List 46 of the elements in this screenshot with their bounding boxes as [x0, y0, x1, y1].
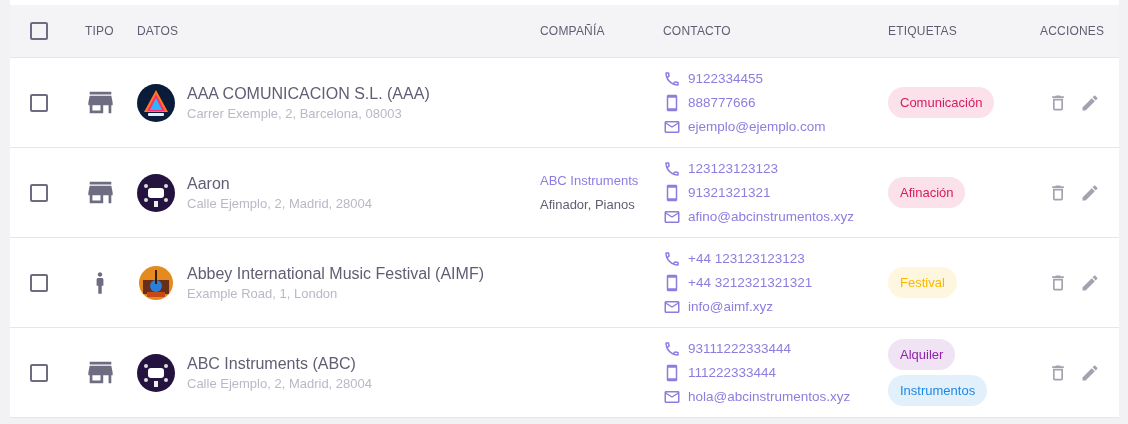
mobile-link[interactable]: 91321321321	[688, 185, 771, 200]
address: Calle Ejemplo, 2, Madrid, 28004	[187, 195, 372, 211]
tag: Comunicación	[888, 87, 995, 118]
address: Carrer Exemple, 2, Barcelona, 08003	[187, 105, 403, 121]
mobile-link[interactable]: +44 3212321321321	[688, 275, 813, 290]
phone-icon	[663, 69, 681, 88]
email-link[interactable]: afino@abcinstrumentos.xyz	[688, 209, 855, 224]
phone-icon	[663, 159, 681, 178]
contact-name: Aaron	[187, 174, 231, 193]
mobile-link[interactable]: 111222333444	[688, 365, 777, 380]
phone-link[interactable]: 9122334455	[688, 71, 764, 86]
phone-link[interactable]: 123123123123	[688, 161, 779, 176]
store-icon	[87, 359, 114, 386]
tag: Festival	[888, 267, 957, 298]
store-icon	[87, 89, 114, 116]
address: Example Road, 1, London	[187, 285, 339, 301]
column-header: COMPAÑÍA	[540, 24, 606, 38]
contact-name: AAA COMUNICACION S.L. (AAA)	[187, 84, 430, 103]
email-link[interactable]: hola@abcinstrumentos.xyz	[688, 389, 851, 404]
company-link[interactable]: ABC Instruments	[540, 173, 663, 188]
column-header: ACCIONES	[1040, 24, 1106, 38]
address: Calle Ejemplo, 2, Madrid, 28004	[187, 375, 372, 391]
company-roles: Afinador, Pianos	[540, 197, 636, 212]
column-header: CONTACTO	[663, 24, 732, 38]
phone-link[interactable]: +44 123123123123	[688, 251, 805, 266]
contact-name: Abbey International Music Festival (AIMF)	[187, 264, 484, 283]
tag: Afinación	[888, 177, 966, 208]
checkbox[interactable]	[30, 273, 48, 292]
checkbox[interactable]	[30, 93, 48, 112]
checkbox[interactable]	[30, 183, 48, 202]
email-link[interactable]: info@aimf.xyz	[688, 299, 773, 314]
phone-icon	[663, 339, 681, 358]
person-icon	[96, 271, 104, 294]
checkbox[interactable]	[30, 363, 48, 382]
store-icon	[87, 179, 114, 206]
phone-icon	[663, 249, 681, 268]
tag: Alquiler	[888, 339, 956, 370]
select-all-checkbox[interactable]	[30, 22, 48, 40]
email-link[interactable]: ejemplo@ejemplo.com	[688, 119, 826, 134]
tag: Instrumentos	[888, 375, 988, 406]
phone-link[interactable]: 93111222333444	[688, 341, 792, 356]
contact-name: ABC Instruments (ABC)	[187, 354, 357, 373]
column-header: TIPO	[85, 24, 115, 38]
mobile-link[interactable]: 888777666	[688, 95, 756, 110]
column-header: ETIQUETAS	[888, 24, 958, 38]
column-header: DATOS	[137, 24, 180, 38]
